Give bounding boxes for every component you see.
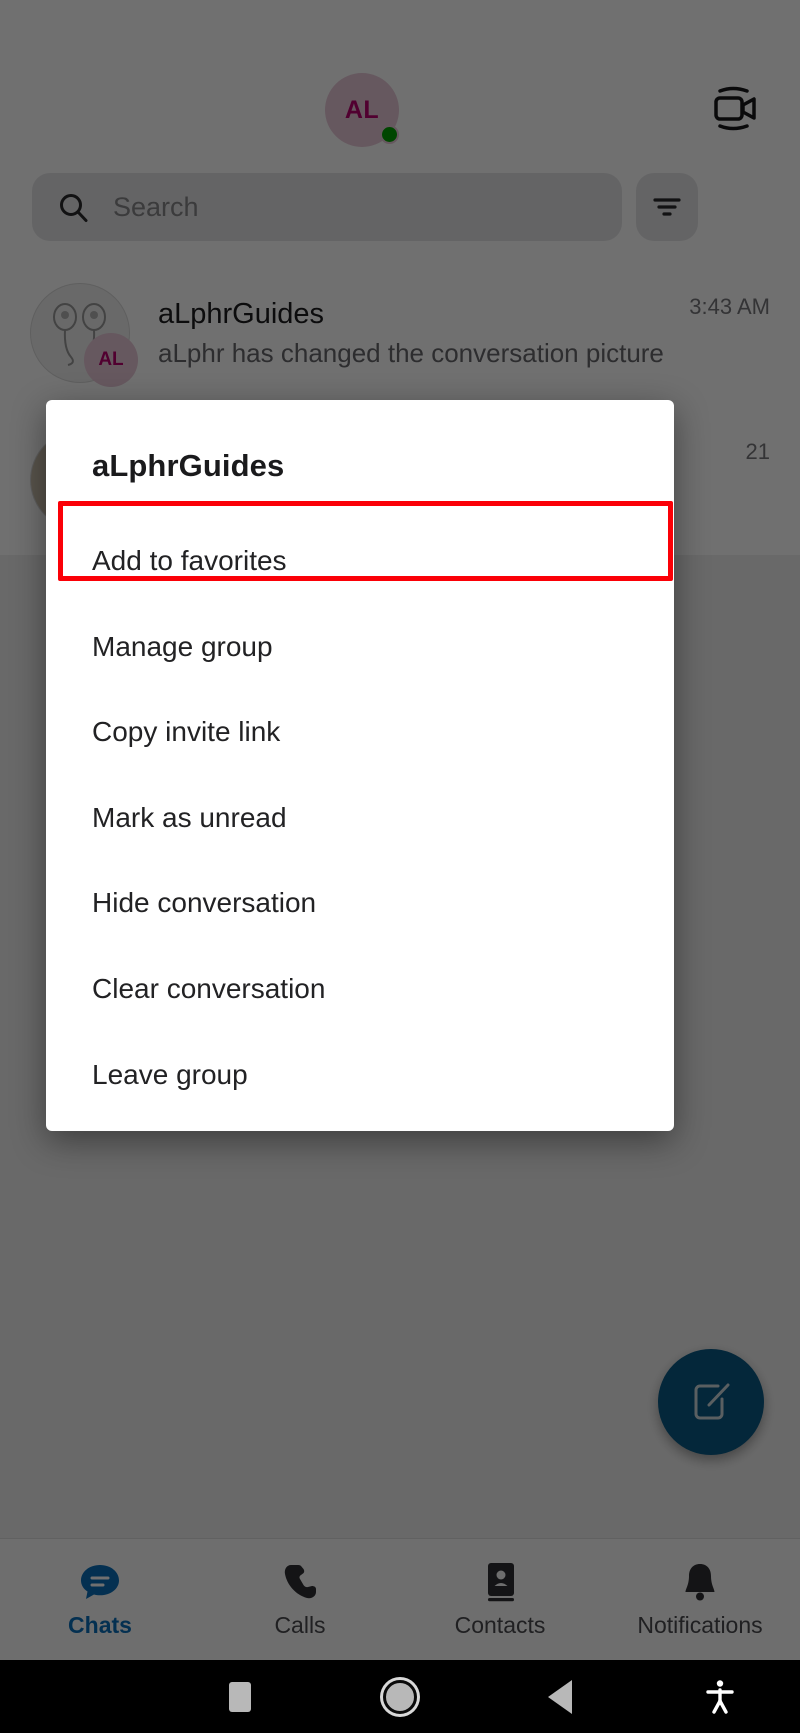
menu-item-label: Hide conversation [92,887,317,919]
online-status-dot [380,125,399,144]
phone-screen: AL Search AL aLphrGuides aLphr has chang… [0,0,800,1733]
menu-item-label: Leave group [92,1058,248,1090]
tab-contacts[interactable]: Contacts [400,1539,600,1660]
tab-chats[interactable]: Chats [0,1539,200,1660]
menu-item-leave-group[interactable]: Leave group [46,1032,674,1118]
menu-item-label: Copy invite link [92,716,281,748]
conversation-options-dialog: aLphrGuides Add to favorites Manage grou… [46,400,674,1132]
android-system-nav [0,1660,800,1733]
triangle-left-icon [548,1679,572,1714]
avatar: AL [30,282,138,387]
search-input[interactable]: Search [32,173,622,241]
menu-item-clear-conversation[interactable]: Clear conversation [46,946,674,1032]
chat-bubble-icon [78,1561,122,1603]
bell-icon [681,1561,719,1603]
square-icon [229,1681,251,1712]
filter-button[interactable] [636,173,698,241]
accessibility-icon [706,1679,734,1714]
profile-avatar[interactable]: AL [325,73,399,147]
accessibility-button[interactable] [640,1660,800,1733]
recents-button[interactable] [160,1660,320,1733]
tab-label: Contacts [454,1611,546,1638]
circle-icon [383,1679,417,1714]
menu-item-manage-group[interactable]: Manage group [46,604,674,690]
chat-timestamp: 21 [745,439,770,464]
address-book-icon [482,1561,518,1603]
menu-item-label: Add to favorites [92,545,287,576]
search-row: Search [0,165,800,260]
tab-label: Notifications [637,1611,763,1638]
menu-item-label: Clear conversation [92,972,326,1004]
menu-item-copy-invite-link[interactable]: Copy invite link [46,689,674,775]
search-icon [60,193,88,222]
tab-label: Calls [274,1611,326,1638]
menu-item-label: Manage group [92,630,273,662]
app-header: AL [0,0,800,165]
menu-item-label: Mark as unread [92,801,287,833]
back-button[interactable] [480,1660,640,1733]
compose-button[interactable] [658,1349,764,1455]
filter-icon [653,198,681,216]
table-row[interactable]: AL aLphrGuides aLphr has changed the con… [0,260,800,405]
menu-item-hide-conversation[interactable]: Hide conversation [46,860,674,946]
video-call-button[interactable] [704,82,762,134]
tab-notifications[interactable]: Notifications [600,1539,800,1660]
chat-subtitle: aLphr has changed the conversation pictu… [158,338,664,369]
menu-item-add-to-favorites[interactable]: Add to favorites [46,518,674,604]
compose-icon [694,1383,730,1420]
dialog-title: aLphrGuides [92,448,285,483]
avatar-badge-initials: AL [84,332,138,387]
chat-title: aLphrGuides [158,297,325,330]
chat-text: aLphrGuides aLphr has changed the conver… [158,296,770,369]
home-button[interactable] [320,1660,480,1733]
chat-timestamp: 3:43 AM [689,294,770,319]
bottom-tab-bar: Chats Calls Contacts Notifications [0,1538,800,1660]
search-placeholder: Search [113,191,199,222]
video-camera-icon [714,86,756,131]
menu-item-mark-as-unread[interactable]: Mark as unread [46,775,674,861]
tab-label: Chats [68,1611,132,1638]
sysnav-spacer [0,1660,160,1733]
phone-icon [280,1561,320,1603]
tab-calls[interactable]: Calls [200,1539,400,1660]
